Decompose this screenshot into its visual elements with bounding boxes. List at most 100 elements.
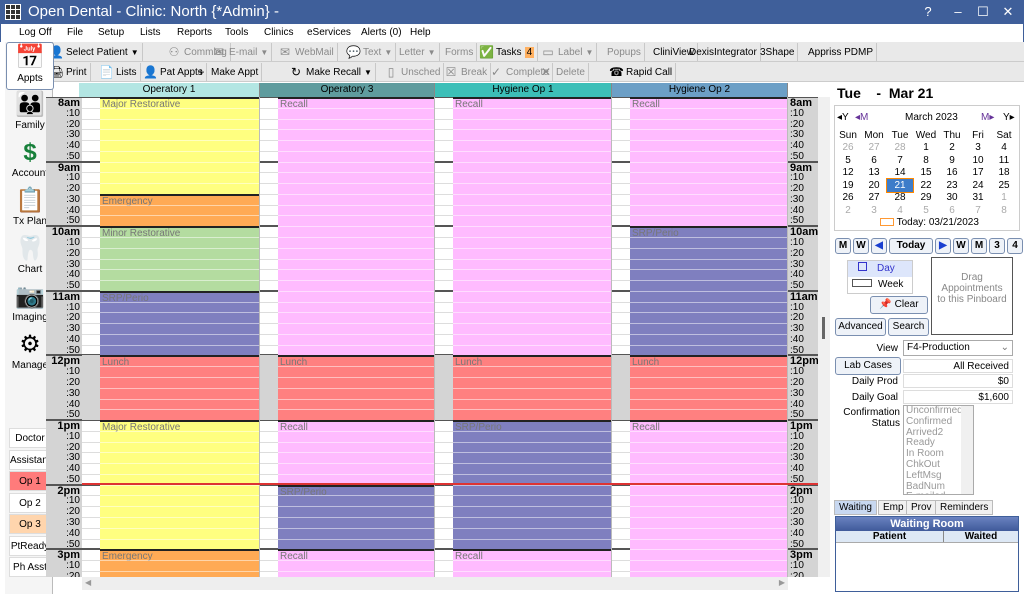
provider-op-3[interactable]: Op 3 <box>9 514 51 534</box>
appointment-lunch[interactable]: Lunch <box>630 355 787 421</box>
calendar-day[interactable]: 15 <box>913 167 939 180</box>
delete-button[interactable]: ✕ Delete <box>536 63 589 81</box>
maximize-button[interactable]: ☐ <box>973 4 993 20</box>
help-button[interactable]: ? <box>918 4 938 19</box>
patient-column-header[interactable]: Patient <box>836 531 944 542</box>
minimize-button[interactable]: – <box>948 4 968 19</box>
week-option[interactable]: Week <box>848 277 912 293</box>
calendar-day[interactable]: 19 <box>835 179 861 192</box>
nav-W-button[interactable]: W <box>953 238 969 254</box>
calendar-day[interactable]: 3 <box>861 204 887 217</box>
menu-log-off[interactable]: Log Off <box>19 27 52 38</box>
today-button[interactable]: Today <box>889 238 933 254</box>
make-recall-button[interactable]: ↻ Make Recall ▼ <box>286 63 376 81</box>
3shape-button[interactable]: 3Shape <box>757 43 799 61</box>
prev-day-button[interactable]: ◀ <box>871 238 887 254</box>
calendar-day[interactable]: 7 <box>965 204 991 217</box>
nav-4-button[interactable]: 4 <box>1007 238 1023 254</box>
appointment-minor-restorative[interactable]: Minor Restorative <box>100 226 259 291</box>
next-year-button[interactable]: Y▸ <box>1003 112 1015 123</box>
prev-month-button[interactable]: ◂M <box>855 112 868 123</box>
operatory-header[interactable]: Hygiene Op 2 <box>612 83 788 97</box>
schedule-grid[interactable]: 8am:10:20:30:40:50 9am:10:20:30:40:50 10am… <box>46 97 818 577</box>
calendar-day[interactable]: 21 <box>886 178 914 193</box>
appointment-srp-perio[interactable]: SRP/Perio <box>453 420 611 550</box>
status-scrollbar[interactable] <box>961 406 973 494</box>
letter-button[interactable]: Letter ▼ <box>396 43 440 61</box>
clear-button[interactable]: 📌 Clear <box>870 296 928 314</box>
calendar-day[interactable]: 25 <box>991 179 1017 192</box>
calendar-days[interactable]: Sun Mon Tue Wed Thu Fri Sat 26 27 28 1 2 3 4 5 6 7 8 9 10 11… <box>835 129 1017 217</box>
provider-op-1[interactable]: Op 1 <box>9 471 51 491</box>
tab-waiting[interactable]: Waiting <box>834 500 877 515</box>
pinboard[interactable]: Drag Appointments to this Pinboard <box>931 257 1013 335</box>
calendar-day[interactable]: 22 <box>913 179 939 192</box>
calendar-day[interactable]: 20 <box>861 179 887 192</box>
calendar-day[interactable]: 18 <box>991 167 1017 180</box>
menu-alerts-[interactable]: Alerts (0) <box>361 27 402 38</box>
menu-help[interactable]: Help <box>410 27 431 38</box>
appointment-recall[interactable]: Recall <box>453 549 611 577</box>
calendar-day[interactable]: 1 <box>991 192 1017 205</box>
menu-tools[interactable]: Tools <box>225 27 248 38</box>
calendar-day[interactable]: 14 <box>887 167 913 180</box>
appriss-pdmp-button[interactable]: Appriss PDMP <box>805 43 878 61</box>
menu-lists[interactable]: Lists <box>140 27 161 38</box>
calendar-day[interactable]: 28 <box>887 142 913 155</box>
calendar-day[interactable]: 6 <box>861 154 887 167</box>
provider-ph-asst[interactable]: Ph Asst <box>9 557 51 577</box>
calendar-day[interactable]: 26 <box>835 192 861 205</box>
tasks-button[interactable]: ✅ Tasks 4 <box>476 43 539 61</box>
dropdown-arrow-icon[interactable]: ▼ <box>260 48 268 57</box>
calendar-day[interactable]: 26 <box>835 142 861 155</box>
nav-M-button[interactable]: M <box>971 238 987 254</box>
calendar-day[interactable]: 30 <box>939 192 965 205</box>
confirmation-status-list[interactable]: Unconfirmed Confirmed Arrived2 Ready In Room… <box>903 405 974 495</box>
tasks-count-badge[interactable]: 4 <box>524 46 535 58</box>
appointment-lunch[interactable]: Lunch <box>453 355 611 421</box>
dropdown-arrow-icon[interactable]: ▼ <box>428 48 436 57</box>
calendar-day[interactable]: 6 <box>939 204 965 217</box>
text-button[interactable]: 💬 Text ▼ <box>343 43 397 61</box>
appointment-major-restorative[interactable]: Major Restorative <box>100 420 259 550</box>
appointment-emergency[interactable]: Emergency <box>100 193 259 227</box>
provider-assistant[interactable]: Assistant <box>9 449 51 470</box>
calendar-day[interactable]: 9 <box>939 154 965 167</box>
calendar-day[interactable]: 4 <box>887 204 913 217</box>
break-button[interactable]: ☒ Break <box>441 63 492 81</box>
prev-year-button[interactable]: ◂Y <box>837 112 849 123</box>
appointment-recall[interactable]: Recall <box>278 420 434 485</box>
calendar-day[interactable]: 17 <box>965 167 991 180</box>
waited-column-header[interactable]: Waited <box>944 531 1018 542</box>
dexisintegrator-button[interactable]: DexisIntegrator <box>686 43 761 61</box>
calendar-day[interactable]: 12 <box>835 167 861 180</box>
webmail-button[interactable]: ✉ WebMail <box>275 43 338 61</box>
today-indicator[interactable]: Today: 03/21/2023 <box>880 217 979 228</box>
appointment-recall[interactable]: Recall <box>453 97 611 356</box>
calendar-day[interactable]: 28 <box>887 192 913 205</box>
calendar-day[interactable]: 8 <box>913 154 939 167</box>
appointment-srp-perio[interactable]: SRP/Perio <box>100 290 259 356</box>
menu-reports[interactable]: Reports <box>177 27 212 38</box>
calendar-day[interactable]: 13 <box>861 167 887 180</box>
provider-op-2[interactable]: Op 2 <box>9 492 51 513</box>
vertical-scrollbar[interactable] <box>818 97 830 577</box>
menu-file[interactable]: File <box>67 27 83 38</box>
calendar-day[interactable]: 29 <box>913 192 939 205</box>
calendar-day[interactable]: 7 <box>887 154 913 167</box>
popups-button[interactable]: Popups <box>604 43 645 61</box>
provider-ptready[interactable]: PtReady <box>9 535 51 556</box>
appointment-srp-perio[interactable]: SRP/Perio <box>278 484 434 550</box>
calendar-day[interactable]: 5 <box>835 154 861 167</box>
day-option[interactable]: Day <box>848 261 912 277</box>
lists-button[interactable]: 📄 Lists <box>96 63 141 81</box>
calendar-day[interactable]: 11 <box>991 154 1017 167</box>
rapid-call-button[interactable]: ☎ Rapid Call <box>606 63 677 81</box>
forms-button[interactable]: Forms <box>442 43 478 61</box>
calendar-day[interactable]: 5 <box>913 204 939 217</box>
operatory-header[interactable]: Operatory 1 <box>79 83 260 97</box>
appointment-recall[interactable]: Recall <box>630 97 787 227</box>
appointment-lunch[interactable]: Lunch <box>278 355 434 421</box>
calendar-day[interactable]: 10 <box>965 154 991 167</box>
calendar-day[interactable]: 24 <box>965 179 991 192</box>
